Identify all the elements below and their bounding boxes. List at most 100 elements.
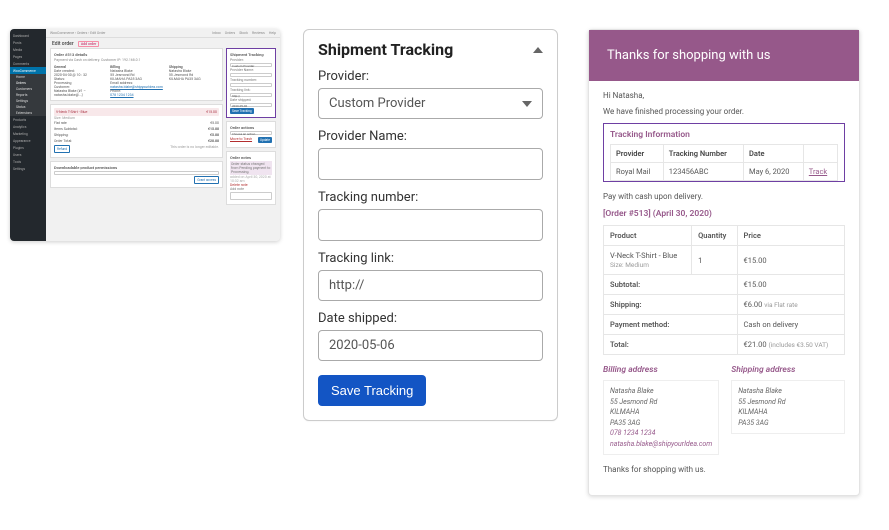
- shipping-text: Natasha Blake 55 Jesmond Rd KILMAHA PA35…: [169, 69, 219, 81]
- sidebar-item-pages[interactable]: Pages: [10, 53, 46, 60]
- breadcrumb: WooCommerce › Orders › Edit Order: [50, 31, 106, 35]
- track-link[interactable]: Track: [809, 167, 827, 176]
- topbar-stock[interactable]: Stock: [239, 31, 248, 35]
- sidebar-item-plugins[interactable]: Plugins: [10, 144, 46, 151]
- shipping-total-label: Shipping:: [54, 133, 68, 137]
- grant-access-button[interactable]: Grant access: [194, 176, 219, 184]
- downloadable-permissions-card: Downloadable product permissions Grant a…: [50, 161, 223, 188]
- not-editable-note: This order is no longer editable.: [170, 145, 219, 153]
- topbar-inbox[interactable]: Inbox: [212, 31, 221, 35]
- topbar-orders[interactable]: Orders: [225, 31, 235, 35]
- item-price: €15.00: [737, 246, 844, 275]
- collapse-icon[interactable]: [533, 47, 543, 53]
- order-total-label: Order Total:: [54, 139, 72, 143]
- oa-select[interactable]: Choose an action...: [230, 131, 272, 135]
- mini-shipment-tracking-card: Shipment Tracking Provider: Custom Provi…: [226, 48, 276, 118]
- note-added: added on April 30, 2020 at 10:32 am: [230, 175, 272, 183]
- oa-title: Order actions: [230, 125, 272, 130]
- mini-tlink-input[interactable]: http://: [230, 93, 272, 97]
- mini-tnum-input[interactable]: [230, 83, 272, 87]
- r-subtotal-l: Subtotal:: [604, 275, 738, 295]
- mini-date-label: Date shipped:: [230, 98, 272, 102]
- billing-email[interactable]: natasha.blake@shipyourIdea.com: [610, 440, 712, 448]
- r-total-v: €21.00 (includes €3.50 VAT): [737, 335, 844, 355]
- addnote-label: Add note: [230, 187, 272, 191]
- email-header: Thanks for shopping with us: [589, 30, 859, 81]
- date-shipped-label: Date shipped:: [318, 311, 543, 326]
- sidebar-item-tools[interactable]: Tools: [10, 158, 46, 165]
- provider-name-label: Provider Name:: [318, 129, 543, 144]
- flat-rate-label: Flat rate: [54, 121, 67, 125]
- billing-text: Natasha Blake 55 Jesmond Rd KILMAHA PA35…: [110, 69, 163, 81]
- oth-qty: Quantity: [692, 226, 737, 246]
- billing-phone[interactable]: 078 1234 1234: [610, 429, 655, 437]
- item-qty: 1: [692, 246, 737, 275]
- dl-search[interactable]: [54, 171, 219, 175]
- sidebar-item-settings[interactable]: Settings: [10, 165, 46, 172]
- phone-value[interactable]: 078 1234 1234: [110, 93, 163, 97]
- sidebar-item-users[interactable]: Users: [10, 151, 46, 158]
- provider-name-input[interactable]: [318, 148, 543, 180]
- topbar-help[interactable]: Help: [269, 31, 276, 35]
- date-shipped-input[interactable]: 2020-05-06: [318, 330, 543, 361]
- email-hi: Hi Natasha,: [603, 91, 845, 100]
- tracking-info-box: Tracking Information Provider Tracking N…: [603, 123, 845, 182]
- refund-button[interactable]: Refund: [54, 145, 70, 153]
- addnote-textarea[interactable]: [230, 192, 272, 200]
- th-number: Tracking Number: [663, 145, 743, 163]
- provider-select[interactable]: Custom Provider: [318, 88, 543, 119]
- r-paym-l: Payment method:: [604, 315, 738, 335]
- sidebar-item-woocommerce[interactable]: WooCommerce: [10, 67, 46, 74]
- save-tracking-button[interactable]: Save Tracking: [318, 375, 426, 406]
- tracking-link-input[interactable]: http://: [318, 270, 543, 301]
- tracking-number-label: Tracking number:: [318, 190, 543, 205]
- chevron-down-icon: [522, 101, 532, 107]
- order-table: Product Quantity Price V-Neck T-Shirt - …: [603, 225, 845, 355]
- email-footer: Thanks for shopping with us.: [603, 465, 845, 474]
- shipping-total-value: €5.00: [210, 133, 219, 137]
- admin-sidebar: Dashboard Posts Media Pages Comments Woo…: [10, 29, 46, 241]
- subtotal-value: €15.00: [208, 127, 219, 131]
- sidebar-item-appearance[interactable]: Appearance: [10, 137, 46, 144]
- tracking-title: Shipment Tracking: [318, 40, 453, 59]
- admin-main: WooCommerce › Orders › Edit Order Inbox …: [46, 29, 280, 241]
- order-actions-card: Order actions Choose an action... Move t…: [226, 121, 276, 148]
- mini-date-input[interactable]: 2020-05-06: [230, 103, 272, 107]
- order-details-card: Order #513 details Payment via Cash on d…: [50, 48, 223, 101]
- sidebar-item-analytics[interactable]: Analytics: [10, 123, 46, 130]
- mini-save-tracking-button[interactable]: Save Tracking: [230, 108, 254, 114]
- customer-value[interactable]: Natasha Blake (#1 – natasha.blake@...): [54, 89, 104, 97]
- dl-title: Downloadable product permissions: [54, 165, 219, 170]
- order-heading: [Order #513] (April 30, 2020): [603, 209, 845, 219]
- on-title: Order notes: [230, 155, 272, 160]
- shipping-h: Shipping address: [731, 365, 845, 375]
- sidebar-item-posts[interactable]: Posts: [10, 39, 46, 46]
- billing-box: Natasha Blake 55 Jesmond Rd KILMAHA PA35…: [603, 380, 719, 455]
- billing-h: Billing address: [603, 365, 719, 375]
- mini-tlink-label: Tracking link:: [230, 88, 272, 92]
- note-text: Order status changed from Pending paymen…: [230, 161, 272, 175]
- item-meta: Size: Medium: [610, 261, 649, 269]
- sidebar-item-products[interactable]: Products: [10, 116, 46, 123]
- trash-link[interactable]: Move to Trash: [230, 137, 252, 143]
- r-shipping-l: Shipping:: [604, 295, 738, 315]
- r-paym-v: Cash on delivery: [737, 315, 844, 335]
- update-button[interactable]: Update: [258, 137, 272, 143]
- sidebar-item-dashboard[interactable]: Dashboard: [10, 32, 46, 39]
- subtotal-label: Items Subtotal:: [54, 127, 78, 131]
- add-order-button[interactable]: Add order: [78, 41, 99, 47]
- th-provider: Provider: [611, 145, 664, 163]
- sidebar-item-comments[interactable]: Comments: [10, 60, 46, 67]
- th-date: Date: [744, 145, 804, 163]
- topbar-reviews[interactable]: Reviews: [252, 31, 265, 35]
- mini-prov-select[interactable]: Custom Provider: [230, 63, 272, 67]
- r-subtotal-v: €15.00: [737, 275, 844, 295]
- sidebar-item-marketing[interactable]: Marketing: [10, 130, 46, 137]
- flat-rate-cost: €5.00: [210, 121, 219, 125]
- td-number: 123456ABC: [663, 163, 743, 181]
- line-item: V-Neck T-Shirt - Blue €15.00: [54, 108, 219, 116]
- sidebar-item-media[interactable]: Media: [10, 46, 46, 53]
- r-total-l: Total:: [604, 335, 738, 355]
- tracking-number-input[interactable]: [318, 209, 543, 241]
- mini-pname-input[interactable]: [230, 73, 272, 77]
